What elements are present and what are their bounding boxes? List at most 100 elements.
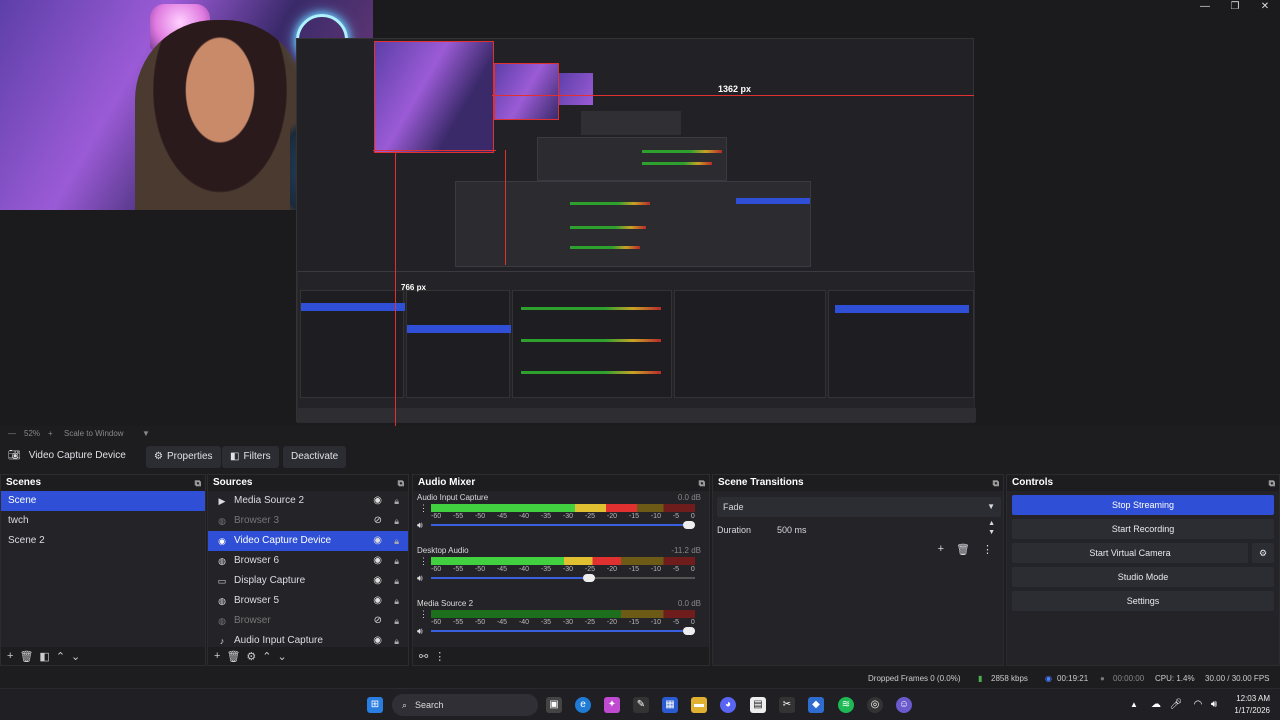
eye-icon[interactable]: ◉ [373,591,382,611]
app-icon[interactable]: ◆ [808,697,824,713]
volume-slider[interactable] [431,521,695,529]
source-item[interactable]: ◍ Browser 5 ◉ 🔒︎ [208,591,408,611]
popout-icon[interactable]: ⧉ [195,475,201,491]
volume-icon[interactable]: 🔊︎ [417,573,423,584]
properties-button[interactable]: ⚙ Properties [146,446,221,468]
arrow-up-icon[interactable]: ⌃ [262,650,271,663]
volume-slider[interactable] [431,574,695,582]
cloud-icon[interactable]: ☁ [1148,697,1164,713]
link-icon[interactable]: ⚯ [419,650,428,663]
plus-icon[interactable]: + [48,429,53,438]
source-item[interactable]: ◉ Video Capture Device ◉ 🔒︎ [208,531,408,551]
add-icon[interactable]: + [214,650,220,662]
close-button[interactable]: ✕ [1250,0,1280,14]
duration-spinbox[interactable]: 500 ms ▲ ▼ [771,519,1001,539]
more-icon[interactable]: ⋮ [419,556,428,567]
more-icon[interactable]: ⋮ [982,543,993,556]
minimize-button[interactable]: — [1190,0,1220,14]
lock-icon[interactable]: 🔒︎ [394,511,399,531]
spin-arrows-icon[interactable]: ▲ ▼ [988,519,995,537]
settings-button[interactable]: Settings [1012,591,1274,611]
lock-icon[interactable]: 🔒︎ [394,591,399,611]
lock-icon[interactable]: 🔒︎ [394,531,399,551]
deactivate-button[interactable]: Deactivate [283,446,347,468]
popout-icon[interactable]: ⧉ [993,475,999,491]
windows-start-icon[interactable]: ⊞ [367,697,383,713]
eye-icon[interactable]: ◉ [373,531,382,551]
popout-icon[interactable]: ⧉ [398,475,404,491]
stop-streaming-button[interactable]: Stop Streaming [1012,495,1274,515]
volume-icon[interactable]: 🔊︎ [1206,697,1222,713]
popout-icon[interactable]: ⧉ [1269,475,1275,491]
more-icon[interactable]: ⋮ [419,609,428,620]
edge-icon[interactable]: e [575,697,591,713]
source-item[interactable]: ◍ Browser ⊘ 🔒︎ [208,611,408,631]
chevron-down-icon[interactable]: ▼ [142,429,150,438]
add-icon[interactable]: + [7,650,13,662]
popout-icon[interactable]: ⧉ [699,475,705,491]
source-item[interactable]: ◍ Browser 6 ◉ 🔒︎ [208,551,408,571]
filter-icon[interactable]: ◧ [39,650,49,663]
spotify-icon[interactable]: ≋ [838,697,854,713]
capcut-icon[interactable]: ✂ [779,697,795,713]
source-item[interactable]: ▭ Display Capture ◉ 🔒︎ [208,571,408,591]
lock-icon[interactable]: 🔒︎ [394,551,399,571]
slider-handle[interactable] [683,627,695,635]
gear-icon[interactable]: ⚙ [246,650,256,663]
arrow-down-icon[interactable]: ⌄ [278,650,287,663]
maximize-button[interactable]: ❐ [1220,0,1250,14]
source-item[interactable]: ▶ Media Source 2 ◉ 🔒︎ [208,491,408,511]
document-icon[interactable]: ▤ [750,697,766,713]
discord-icon[interactable]: ◕ [720,697,736,713]
chevron-up-icon[interactable]: ▲ [1126,697,1142,713]
eye-icon[interactable]: ◉ [373,551,382,571]
trash-icon[interactable]: 🗑︎ [956,543,970,556]
trash-icon[interactable]: 🗑︎ [19,650,33,663]
zoom-mode[interactable]: Scale to Window [64,429,124,438]
obs-icon[interactable]: ◎ [867,697,883,713]
scene-item[interactable]: Scene [1,491,205,511]
store-icon[interactable]: ▦ [662,697,678,713]
source-item[interactable]: ◍ Browser 3 ⊘ 🔒︎ [208,511,408,531]
slider-handle[interactable] [683,521,695,529]
eye-off-icon[interactable]: ⊘ [374,611,382,631]
volume-icon[interactable]: 🔊︎ [417,520,423,531]
volume-icon[interactable]: 🔊︎ [417,626,423,637]
taskbar-search[interactable]: ⌕ Search [392,694,538,716]
slider-handle[interactable] [582,574,595,582]
clock[interactable]: 12:03 AM 1/17/2026 [1234,693,1270,717]
start-virtual-camera-button[interactable]: Start Virtual Camera [1012,543,1248,563]
scene-item[interactable]: Scene 2 [1,531,205,551]
eye-off-icon[interactable]: ⊘ [374,511,382,531]
minus-icon[interactable]: — [8,429,16,438]
arrow-down-icon[interactable]: ⌄ [71,650,80,663]
add-icon[interactable]: + [938,543,944,556]
virtual-camera-settings-icon[interactable]: ⚙ [1252,543,1274,563]
trash-icon[interactable]: 🗑︎ [226,650,240,663]
scene-item[interactable]: twch [1,511,205,531]
pen-icon[interactable]: ✎ [633,697,649,713]
more-icon[interactable]: ⋮ [434,650,445,663]
preview-canvas[interactable]: 1362 px 766 px [0,0,1280,426]
task-view-icon[interactable]: ▣ [546,697,562,713]
eye-icon[interactable]: ◉ [373,631,382,645]
eye-icon[interactable]: ◉ [373,571,382,591]
lock-icon[interactable]: 🔒︎ [394,571,399,591]
wifi-icon[interactable]: ◠ [1190,697,1206,713]
eye-icon[interactable]: ◉ [373,491,382,511]
lock-icon[interactable]: 🔒︎ [394,611,399,631]
source-item[interactable]: ♪ Audio Input Capture ◉ 🔒︎ [208,631,408,645]
transition-select[interactable]: Fade ▼ [717,497,1001,517]
arrow-up-icon[interactable]: ⌃ [56,650,65,663]
studio-mode-button[interactable]: Studio Mode [1012,567,1274,587]
filters-button[interactable]: ◧ Filters [222,446,279,468]
start-recording-button[interactable]: Start Recording [1012,519,1274,539]
chat-icon[interactable]: ☺ [896,697,912,713]
folder-icon[interactable]: ▬ [691,697,707,713]
copilot-icon[interactable]: ✦ [604,697,620,713]
volume-slider[interactable] [431,627,695,635]
more-icon[interactable]: ⋮ [419,503,428,514]
lock-icon[interactable]: 🔒︎ [394,491,399,511]
mic-icon[interactable]: 🎤︎ [1168,697,1184,713]
lock-icon[interactable]: 🔒︎ [394,631,399,645]
